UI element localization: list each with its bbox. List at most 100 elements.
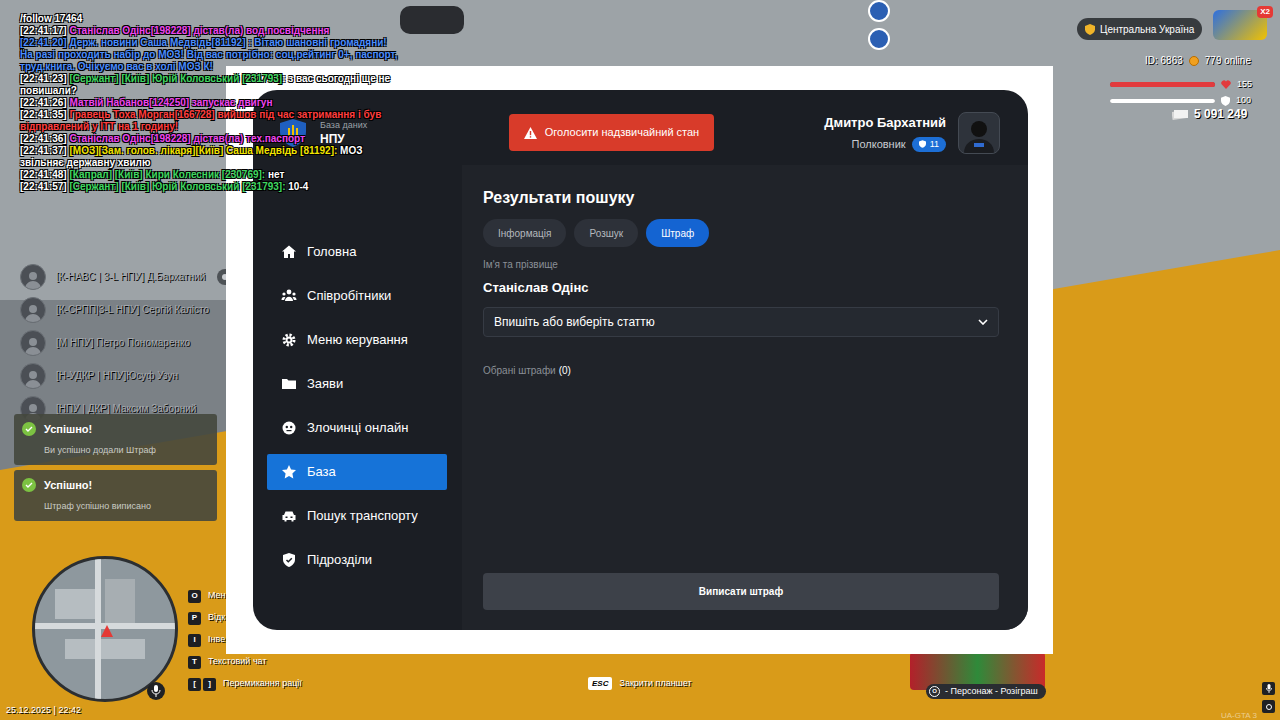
- people-icon: [281, 288, 297, 304]
- chat-line: [22:41:57] [Сержант] [Київ] Юрій Коловсь…: [20, 181, 400, 193]
- health-track: [1110, 82, 1215, 87]
- sidebar-label: Заяви: [307, 374, 343, 394]
- face-icon: [281, 420, 297, 436]
- giveaway-label: - Персонаж - Розіграш: [945, 685, 1038, 699]
- key-cap: T: [188, 656, 201, 669]
- sidebar: Головна Співробітники Меню керування Заяви З…: [253, 165, 462, 630]
- chat-text: Матвій Набанов[124250] запускає двигун: [69, 97, 272, 108]
- tab-label: Інформація: [498, 226, 551, 241]
- chat-text: Гравець Тоха Морган[166728] вийшов під ч…: [20, 109, 381, 132]
- keybind-label: Інве: [208, 633, 225, 647]
- search-results: Результати пошуку ІнформаціяРозшукШтраф …: [462, 165, 1028, 630]
- header-title: НПУ: [320, 131, 367, 147]
- watermark: UA-GTA 3: [1221, 710, 1257, 720]
- warning-icon: [524, 127, 537, 139]
- tab-label: Штраф: [661, 226, 694, 241]
- online-count: 779 online: [1205, 53, 1251, 68]
- star-icon: [281, 464, 297, 480]
- folder-icon: [281, 376, 297, 392]
- sidebar-label: Підрозділи: [307, 550, 372, 570]
- person-name: Станіслав Одінс: [483, 279, 999, 297]
- header-subtitle: База даних: [320, 119, 367, 131]
- notification-title: Успішно!: [44, 477, 92, 494]
- notification-head: Успішно!: [22, 477, 209, 494]
- keybind-label: Текстовий чат: [208, 655, 267, 669]
- armor-shield-icon: [1221, 96, 1230, 106]
- notification-title: Успішно!: [44, 421, 92, 438]
- chat-text: [22:41:26]: [20, 97, 69, 108]
- sidebar-label: Головна: [307, 242, 356, 262]
- result-tab[interactable]: Інформація: [483, 219, 566, 247]
- sidebar-label: Злочинці онлайн: [307, 418, 408, 438]
- results-title: Результати пошуку: [483, 187, 999, 209]
- sidebar-item[interactable]: Підрозділи: [267, 542, 447, 578]
- chat-text: [22:41:23]: [20, 73, 69, 84]
- keybind-keys: I: [188, 634, 201, 647]
- chat-line: [22:41:37] [МОЗ][Зам. голов. лікаря][Киї…: [20, 145, 400, 169]
- notification-message: Штраф успішно виписано: [22, 500, 209, 514]
- shield-icon: [281, 552, 297, 568]
- chat-text: /follow 17464: [20, 13, 82, 24]
- result-tab[interactable]: Розшук: [574, 219, 638, 247]
- sidebar-label: Меню керування: [307, 330, 408, 350]
- coin-icon: [1189, 56, 1199, 66]
- voice-name: [К-НАВС | 3-L НПУ] Д.Бархатний: [56, 269, 205, 284]
- chat-text: [22:41:35]: [20, 109, 69, 120]
- level-badge: 11: [912, 137, 946, 152]
- armor-track: [1110, 99, 1215, 103]
- chat-text: [22:41:36]: [20, 133, 69, 144]
- notifications: Успішно!Ви успішно додали ШтрафУспішно!Ш…: [14, 414, 217, 521]
- chat: /follow 17464[22:41:17] Станіслав Одінс[…: [20, 13, 400, 193]
- home-icon: [281, 244, 297, 260]
- keybind-keys: P: [188, 612, 201, 625]
- sidebar-item[interactable]: База: [267, 454, 447, 490]
- article-select[interactable]: Впишіть або виберіть статтю: [483, 307, 999, 337]
- chat-line: [22:41:35] Гравець Тоха Морган[166728] в…: [20, 109, 400, 133]
- chat-line: [22:41:23] [Сержант] [Київ] Юрій Коловсь…: [20, 73, 400, 97]
- check-icon: [22, 478, 36, 492]
- key-cap: P: [188, 612, 201, 625]
- emergency-button[interactable]: Оголосити надзвичайний стан: [509, 114, 714, 151]
- keybind-keys: []: [188, 678, 216, 691]
- chat-text: нет: [265, 169, 284, 180]
- sidebar-item[interactable]: Пошук транспорту: [267, 498, 447, 534]
- chat-text: [Сержант] [Київ] Юрій Коловський [231793…: [69, 73, 282, 84]
- selected-fines: Обрані штрафи (0): [483, 365, 999, 377]
- player-avatar-icon: [20, 330, 46, 356]
- sidebar-item[interactable]: Головна: [267, 234, 447, 270]
- issue-fine-label: Виписати штраф: [699, 584, 783, 599]
- id-online-row: ID: 6863 779 online: [1145, 53, 1251, 68]
- close-hint-label: Закрити планшет: [619, 677, 691, 691]
- notification: Успішно! Штраф успішно виписано: [14, 470, 217, 521]
- sidebar-item[interactable]: Заяви: [267, 366, 447, 402]
- keybind-keys: T: [188, 656, 201, 669]
- mic-icon[interactable]: [147, 682, 165, 700]
- chat-text: [22:41:17]: [20, 25, 69, 36]
- settings-icon: [1262, 700, 1275, 713]
- chat-text: Станіслав Одінс[198228] дістав(ла) вод.п…: [69, 25, 329, 36]
- giveaway-key: O: [929, 686, 940, 697]
- chat-text: [22:41:37]: [20, 145, 69, 156]
- user-level: 11: [930, 138, 939, 152]
- money-row: 5 091 249: [1172, 105, 1247, 123]
- chat-line: /follow 17464: [20, 13, 400, 25]
- user-name: Дмитро Бархатний: [824, 113, 946, 133]
- sidebar-item[interactable]: Співробітники: [267, 278, 447, 314]
- road-sign-icon: [868, 28, 890, 50]
- road-sign-icon: [868, 0, 890, 22]
- issue-fine-button[interactable]: Виписати штраф: [483, 573, 999, 610]
- game-logo: X2: [1213, 10, 1267, 40]
- minimap: [32, 556, 178, 702]
- tab-label: Розшук: [589, 226, 623, 241]
- keybind: []Перемикання рації: [188, 673, 302, 695]
- result-tab[interactable]: Штраф: [646, 219, 709, 247]
- user-card: Дмитро Бархатний Полковник 11: [824, 112, 1000, 154]
- logo-badge: X2: [1257, 6, 1273, 18]
- sidebar-label: Пошук транспорту: [307, 506, 418, 526]
- sidebar-item[interactable]: Меню керування: [267, 322, 447, 358]
- chevron-down-icon: [978, 319, 988, 325]
- sidebar-item[interactable]: Злочинці онлайн: [267, 410, 447, 446]
- health-fill: [1110, 82, 1215, 87]
- key-cap: I: [188, 634, 201, 647]
- player-avatar-icon: [20, 363, 46, 389]
